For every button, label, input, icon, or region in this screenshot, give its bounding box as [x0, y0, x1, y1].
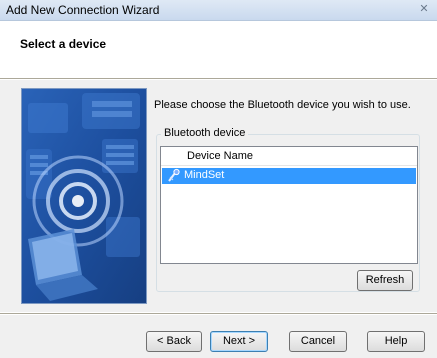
refresh-button[interactable]: Refresh: [357, 270, 413, 291]
group-label: Bluetooth device: [161, 127, 249, 139]
window-title: Add New Connection Wizard: [6, 3, 160, 17]
page-title: Select a device: [20, 37, 107, 51]
bluetooth-device-icon: [166, 168, 182, 184]
wizard-header: Select a device: [0, 21, 437, 77]
wizard-window: Add New Connection Wizard ✕ Select a dev…: [0, 0, 437, 358]
list-item[interactable]: MindSet: [162, 168, 416, 184]
title-bar[interactable]: Add New Connection Wizard ✕: [0, 0, 437, 21]
next-button[interactable]: Next >: [210, 331, 268, 352]
column-header[interactable]: Device Name: [161, 147, 417, 166]
close-icon[interactable]: ✕: [415, 2, 433, 17]
back-button[interactable]: < Back: [146, 331, 202, 352]
column-header-label: Device Name: [187, 150, 254, 162]
device-list[interactable]: Device Name MindSet: [160, 146, 418, 264]
cancel-button[interactable]: Cancel: [289, 331, 347, 352]
instruction-text: Please choose the Bluetooth device you w…: [154, 99, 411, 111]
help-button[interactable]: Help: [367, 331, 425, 352]
device-name: MindSet: [184, 169, 225, 181]
wizard-artwork-image: [21, 88, 147, 304]
